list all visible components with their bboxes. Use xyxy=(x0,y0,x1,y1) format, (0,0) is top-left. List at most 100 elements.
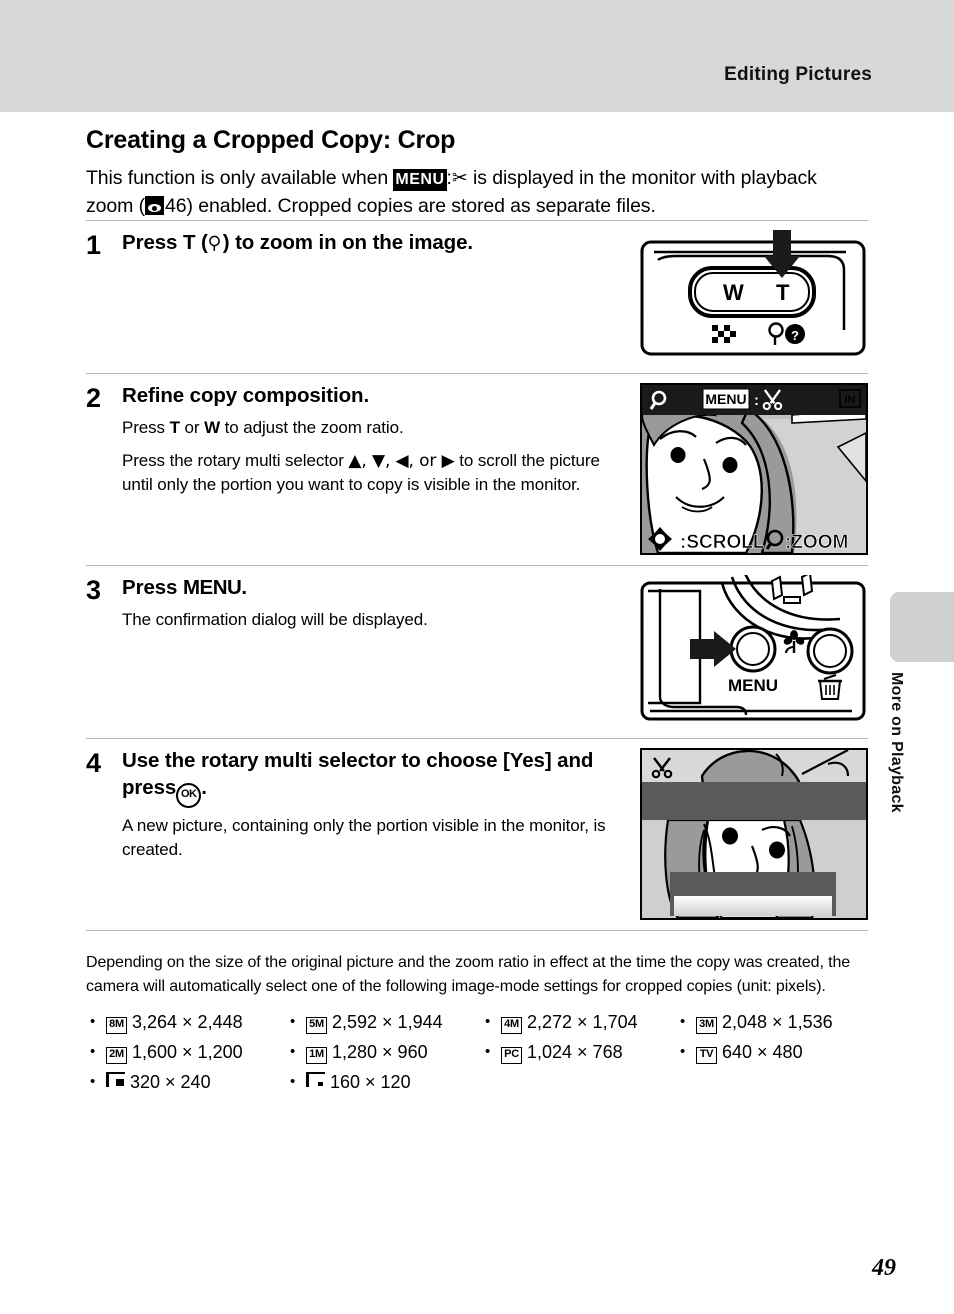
running-title: Editing Pictures xyxy=(724,64,872,85)
divider xyxy=(86,930,868,932)
step-title-post: . xyxy=(241,576,247,600)
step-body: Press T ( ) to zoom in on the image. xyxy=(122,230,640,263)
image-mode-icon-1m: 1M xyxy=(306,1046,327,1064)
ok-button-icon: OK xyxy=(176,783,202,809)
menu-key-label: MENU xyxy=(182,576,242,600)
page-title: Creating a Cropped Copy: Crop xyxy=(86,126,456,154)
step-title-pre: Press xyxy=(122,576,178,600)
step-2: 2 Refine copy composition. Press T or W … xyxy=(86,374,868,565)
menu-badge-icon: MENU xyxy=(393,169,447,191)
image-mode-item: • 8M 3,264 × 2,448 xyxy=(90,1008,290,1038)
image-mode-list: • 8M 3,264 × 2,448 • 5M 2,592 × 1,944 • 4M 2,2… xyxy=(90,1008,872,1097)
playback-zoom-monitor-figure: MENU : IN:SCROLL:ZOOM xyxy=(640,383,868,556)
step-body: Refine copy composition. Press T or W to… xyxy=(122,383,640,497)
image-mode-item: • PC 1,024 × 768 xyxy=(485,1038,680,1068)
bullet-icon: • xyxy=(90,1012,96,1030)
step-figure: W T ? xyxy=(640,230,868,363)
image-mode-item: • 4M 2,272 × 1,704 xyxy=(485,1008,680,1038)
bullet-icon: • xyxy=(485,1012,491,1030)
thumbnail-grid-icon xyxy=(712,325,736,344)
tele-key-label: T xyxy=(169,418,180,438)
image-mode-size: 160 × 120 xyxy=(330,1071,411,1092)
image-mode-icon-pc: PC xyxy=(501,1046,522,1064)
page-number: 49 xyxy=(872,1255,896,1281)
bullet-icon: • xyxy=(90,1072,96,1090)
image-mode-size: 1,024 × 768 xyxy=(527,1041,623,1062)
bullet-icon: • xyxy=(290,1072,296,1090)
zoom-control-figure: W T ? xyxy=(640,230,866,356)
step-sub-1: A new picture, containing only the porti… xyxy=(122,816,606,860)
step-body: Use the rotary multi selector to choose … xyxy=(122,748,640,862)
step-sub-1: The confirmation dialog will be displaye… xyxy=(122,610,428,630)
step-number: 2 xyxy=(86,383,102,414)
step-sub-1: Press T or W to adjust the zoom ratio. xyxy=(122,416,632,440)
step-title: Use the rotary multi selector to choose … xyxy=(122,748,632,809)
step-title: Refine copy composition. xyxy=(122,384,370,408)
image-mode-size: 2,272 × 1,704 xyxy=(527,1011,638,1032)
bullet-icon: • xyxy=(90,1042,96,1060)
image-mode-size: 2,592 × 1,944 xyxy=(332,1011,443,1032)
step-sub-2: Press the rotary multi selector ▲, ▼, ◀,… xyxy=(122,449,632,497)
image-mode-size: 1,280 × 960 xyxy=(332,1041,428,1062)
intro-text-1: This function is only available when xyxy=(86,167,389,189)
image-mode-icon-8m: 8M xyxy=(106,1016,127,1034)
bullet-icon: • xyxy=(290,1042,296,1060)
sub-pre: Press xyxy=(122,418,165,438)
image-mode-size: 3,264 × 2,448 xyxy=(132,1011,243,1032)
image-mode-icon-tv: TV xyxy=(696,1046,717,1064)
image-mode-item-empty xyxy=(680,1068,872,1097)
scroll-label: :SCROLL xyxy=(680,532,765,553)
magnifier-icon xyxy=(208,236,220,252)
image-mode-item: • 160 × 120 xyxy=(290,1068,485,1097)
bullet-icon: • xyxy=(485,1042,491,1060)
step-number: 1 xyxy=(86,230,102,261)
step-figure: MENU : IN:SCROLL:ZOOM xyxy=(640,383,868,556)
step-4: 4 Use the rotary multi selector to choos… xyxy=(86,739,868,930)
internal-memory-badge: IN xyxy=(845,394,856,406)
image-mode-size: 640 × 480 xyxy=(722,1041,803,1062)
note-paragraph: Depending on the size of the original pi… xyxy=(86,954,851,995)
image-mode-icon-3m: 3M xyxy=(696,1016,717,1034)
bullet-icon: • xyxy=(680,1042,686,1060)
image-mode-item-empty xyxy=(485,1068,680,1097)
intro-paragraph: This function is only available when MEN… xyxy=(86,165,868,220)
menu-button-figure: MENU xyxy=(640,570,866,721)
wide-label: W xyxy=(723,280,744,305)
step-figure: MENU xyxy=(640,570,868,728)
intro-text-3: ) enabled. Cropped copies are stored as … xyxy=(186,194,656,217)
image-mode-item: • 5M 2,592 × 1,944 xyxy=(290,1008,485,1038)
step-title-post: . xyxy=(201,776,207,800)
step-body: Press MENU. The confirmation dialog will… xyxy=(122,575,640,632)
image-mode-item: • 320 × 240 xyxy=(90,1068,290,1097)
image-mode-item: • 2M 1,600 × 1,200 xyxy=(90,1038,290,1068)
image-mode-icon-320 xyxy=(106,1071,125,1087)
tele-key-label: T xyxy=(182,231,196,255)
bullet-icon: • xyxy=(290,1012,296,1030)
step-title-post: to zoom in on the image. xyxy=(235,231,473,255)
step-title: Press MENU. xyxy=(122,575,632,602)
step-number: 4 xyxy=(86,748,102,779)
image-mode-size: 2,048 × 1,536 xyxy=(722,1011,833,1032)
direction-arrows-icons: ▲, ▼, ◀, or ▶ xyxy=(348,451,455,472)
image-mode-row: • 320 × 240 • 160 × 120 xyxy=(90,1068,872,1097)
zoom-label: :ZOOM xyxy=(785,532,848,553)
side-tab-marker xyxy=(890,592,954,662)
image-mode-size: 320 × 240 xyxy=(130,1071,211,1092)
intro-ref-page: 46 xyxy=(165,194,187,217)
image-mode-item: • TV 640 × 480 xyxy=(680,1038,872,1068)
image-mode-item: • 1M 1,280 × 960 xyxy=(290,1038,485,1068)
svg-text::: : xyxy=(754,392,759,409)
step-3: 3 Press MENU. The confirmation dialog wi… xyxy=(86,566,868,738)
step-title-pre: Press xyxy=(122,231,178,255)
step-number: 3 xyxy=(86,575,102,606)
svg-text:?: ? xyxy=(791,328,799,343)
image-mode-size: 1,600 × 1,200 xyxy=(132,1041,243,1062)
header-band xyxy=(0,0,954,112)
image-mode-item: • 3M 2,048 × 1,536 xyxy=(680,1008,872,1038)
image-mode-icon-5m: 5M xyxy=(306,1016,327,1034)
wide-key-label: W xyxy=(204,418,221,438)
step-figure xyxy=(640,748,868,921)
step-1: 1 Press T ( ) to zoom in on the image. W… xyxy=(86,221,868,373)
step-title: Press T ( ) to zoom in on the image. xyxy=(122,231,473,255)
crop-confirmation-monitor-figure xyxy=(640,748,868,921)
